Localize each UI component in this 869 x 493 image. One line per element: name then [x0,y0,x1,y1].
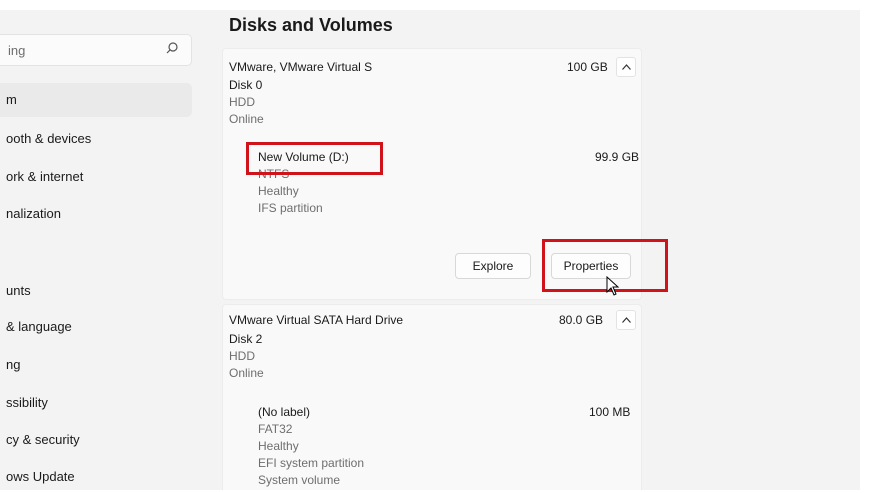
volume-name[interactable]: (No label) [258,405,310,419]
volume-partition: EFI system partition [258,456,365,470]
disk-number: Disk 2 [229,332,263,346]
disk-number: Disk 0 [229,78,263,92]
volume-size: 100 MB [589,405,631,419]
disk-type: HDD [229,95,255,109]
search-input[interactable]: ing [8,43,25,58]
volume-extra: System volume [258,473,341,487]
disk-name: VMware Virtual SATA Hard Drive [229,313,404,327]
sidebar-item-network-internet[interactable]: ork & internet [0,160,192,194]
sidebar-item-system[interactable]: m [0,83,192,117]
disk-size: 80.0 GB [559,313,604,327]
sidebar-item-privacy-security[interactable]: cy & security [0,423,192,457]
disk-status: Online [229,112,264,126]
volume-size: 99.9 GB [595,150,640,164]
chevron-up-icon [622,317,631,323]
page-title: Disks and Volumes [229,15,393,35]
disk-type: HDD [229,349,255,363]
sidebar-item-accounts[interactable]: unts [0,274,192,308]
sidebar: ing m ooth & devices ork & internet nali… [0,10,200,490]
collapse-button[interactable] [616,57,636,77]
sidebar-item-time-language[interactable]: & language [0,310,192,344]
sidebar-item-personalization[interactable]: nalization [0,197,192,231]
disk-size: 100 GB [567,60,608,74]
volume-health: Healthy [258,184,299,198]
volume-partition: IFS partition [258,201,323,215]
search-icon[interactable] [165,41,179,55]
volume-health: Healthy [258,439,299,453]
disk-status: Online [229,366,264,380]
search-box[interactable]: ing [0,34,192,66]
mouse-cursor-icon [606,276,620,296]
sidebar-item-accessibility[interactable]: ssibility [0,386,192,420]
sidebar-item-gaming[interactable]: ng [0,348,192,382]
collapse-button[interactable] [616,310,636,330]
sidebar-item-bluetooth-devices[interactable]: ooth & devices [0,122,192,156]
highlight-box-properties [542,239,668,292]
chevron-up-icon [622,64,631,70]
settings-window: ing m ooth & devices ork & internet nali… [0,10,860,490]
volume-filesystem: FAT32 [258,422,293,436]
highlight-box-volume [246,142,383,175]
sidebar-item-windows-update[interactable]: ows Update [0,460,192,490]
disk-name: VMware, VMware Virtual S [229,60,373,74]
explore-button[interactable]: Explore [455,253,531,279]
disk-card: VMware Virtual SATA Hard Drive 80.0 GB D… [222,304,642,490]
